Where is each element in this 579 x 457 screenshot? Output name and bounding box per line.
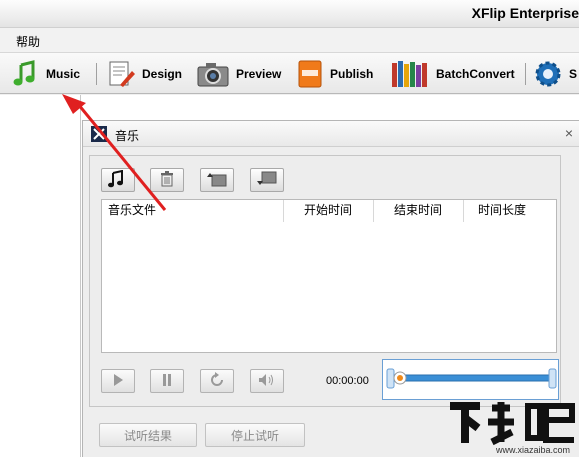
- time-display: 00:00:00: [326, 375, 369, 387]
- toolbar-publish-button[interactable]: Publish: [296, 59, 373, 89]
- play-icon: [112, 373, 124, 390]
- toolbar-separator: [96, 63, 97, 85]
- camera-icon: [196, 59, 230, 89]
- column-header-duration[interactable]: 时间长度: [464, 200, 556, 222]
- music-file-list[interactable]: 音乐文件 开始时间 结束时间 时间长度: [101, 199, 557, 353]
- loop-icon: [209, 371, 225, 391]
- dialog-header: 音乐 ×: [83, 121, 579, 147]
- slider-end-handle: [548, 368, 557, 389]
- listen-result-button[interactable]: 试听结果: [99, 423, 197, 447]
- toolbar-separator: [525, 63, 526, 85]
- toolbar-batchconvert-button[interactable]: BatchConvert: [390, 59, 515, 89]
- toolbar-settings-label: S: [569, 67, 578, 81]
- toolbar-settings-button[interactable]: S: [533, 59, 577, 89]
- column-header-music-file[interactable]: 音乐文件: [102, 200, 284, 222]
- toolbar-music-button[interactable]: Music: [10, 59, 80, 89]
- gear-icon: [533, 59, 563, 89]
- toolbar-publish-label: Publish: [330, 67, 374, 81]
- column-header-start-time[interactable]: 开始时间: [284, 200, 374, 222]
- music-note-icon: [10, 59, 40, 89]
- pause-icon: [161, 373, 173, 390]
- move-up-icon: [206, 171, 228, 190]
- pause-button[interactable]: [150, 369, 184, 393]
- volume-button[interactable]: [250, 369, 284, 393]
- slider-start-handle: [386, 368, 395, 389]
- menu-item-help[interactable]: 帮助: [16, 33, 40, 50]
- music-panel: 音乐文件 开始时间 结束时间 时间长度 00:00:00: [89, 155, 561, 407]
- title-bar: XFlip Enterprise: [0, 0, 579, 28]
- left-pane-border: [80, 95, 81, 457]
- move-down-icon: [256, 171, 278, 190]
- play-button[interactable]: [101, 369, 135, 393]
- toolbar-music-label: Music: [46, 67, 81, 81]
- toolbar-design-label: Design: [142, 67, 183, 81]
- move-up-button[interactable]: [200, 168, 234, 192]
- toolbar-preview-button[interactable]: Preview: [196, 59, 281, 89]
- menu-bar: 帮助: [0, 28, 579, 52]
- loop-button[interactable]: [200, 369, 234, 393]
- column-header-end-time[interactable]: 结束时间: [374, 200, 464, 222]
- main-toolbar: Music Design Preview Publish BatchConver…: [0, 52, 579, 94]
- add-music-button[interactable]: [101, 168, 135, 192]
- design-pen-icon: [106, 59, 136, 89]
- delete-music-button[interactable]: [150, 168, 184, 192]
- stop-listen-button[interactable]: 停止试听: [205, 423, 305, 447]
- app-logo-icon: [91, 126, 107, 142]
- watermark-text: www.xiazaiba.com: [496, 445, 571, 455]
- add-music-icon: [107, 169, 129, 191]
- toolbar-preview-label: Preview: [236, 67, 282, 81]
- dialog-title: 音乐: [115, 129, 140, 143]
- books-icon: [390, 59, 430, 89]
- trash-icon: [160, 170, 174, 190]
- toolbar-batchconvert-label: BatchConvert: [436, 67, 515, 81]
- app-title: XFlip Enterprise: [471, 5, 579, 21]
- volume-icon: [258, 373, 276, 390]
- book-icon: [296, 59, 324, 89]
- music-list-header: 音乐文件 开始时间 结束时间 时间长度: [102, 200, 556, 222]
- move-down-button[interactable]: [250, 168, 284, 192]
- close-icon[interactable]: ×: [565, 125, 573, 141]
- playback-slider[interactable]: [382, 359, 559, 400]
- toolbar-design-button[interactable]: Design: [106, 59, 182, 89]
